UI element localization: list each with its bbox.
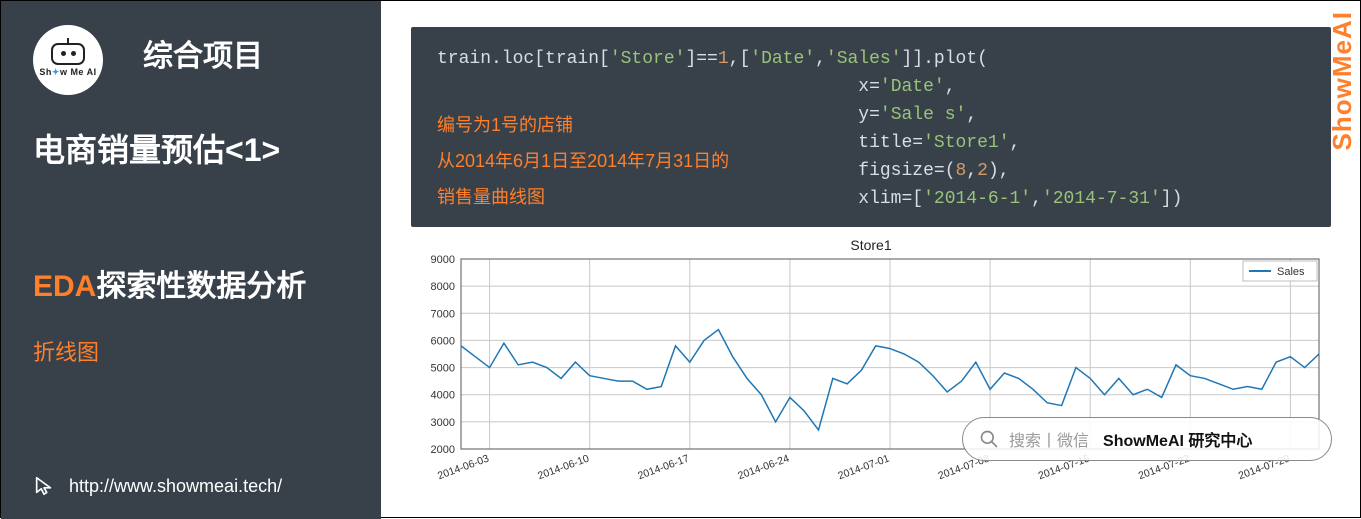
svg-text:3000: 3000	[431, 417, 455, 429]
code-annotation: 编号为1号的店铺 从2014年6月1日至2014年7月31日的 销售量曲线图	[437, 107, 729, 215]
robot-face-icon	[51, 43, 85, 65]
search-icon	[979, 429, 999, 449]
svg-text:Sales: Sales	[1277, 266, 1305, 278]
eda-prefix: EDA	[33, 270, 96, 303]
search-strong: ShowMeAI 研究中心	[1103, 427, 1252, 451]
svg-text:9000: 9000	[431, 254, 455, 266]
svg-text:2014-06-17: 2014-06-17	[636, 452, 691, 482]
note-line-2: 从2014年6月1日至2014年7月31日的	[437, 143, 729, 179]
svg-text:2014-06-24: 2014-06-24	[736, 452, 791, 482]
code-block: train.loc[train['Store']==1,['Date','Sal…	[411, 27, 1331, 227]
svg-text:2014-06-03: 2014-06-03	[436, 452, 491, 482]
brand-logo-text: Sh✦w Me AI	[39, 67, 96, 78]
svg-text:2014-07-01: 2014-07-01	[836, 452, 891, 482]
svg-text:5000: 5000	[431, 363, 455, 375]
search-hint: 搜索丨微信	[1009, 427, 1089, 451]
chart-title: Store1	[411, 237, 1331, 253]
svg-text:2000: 2000	[431, 444, 455, 456]
svg-text:4000: 4000	[431, 390, 455, 402]
search-pill[interactable]: 搜索丨微信 ShowMeAI 研究中心	[962, 417, 1332, 461]
brand-logo: Sh✦w Me AI	[33, 25, 103, 95]
svg-text:8000: 8000	[431, 281, 455, 293]
note-line-3: 销售量曲线图	[437, 179, 729, 215]
sidebar-footer: http://www.showmeai.tech/	[33, 475, 282, 497]
svg-text:6000: 6000	[431, 335, 455, 347]
sidebar: Sh✦w Me AI 综合项目 电商销量预估<1> EDA探索性数据分析 折线图…	[1, 1, 381, 519]
cursor-icon	[33, 475, 55, 497]
sidebar-title-2: 电商销量预估<1>	[33, 125, 361, 171]
sidebar-title-1: 综合项目	[143, 31, 263, 75]
note-line-1: 编号为1号的店铺	[437, 107, 729, 143]
sidebar-heading-eda: EDA探索性数据分析	[33, 261, 361, 305]
footer-url[interactable]: http://www.showmeai.tech/	[69, 476, 282, 497]
sidebar-subheading: 折线图	[33, 335, 361, 367]
brand-vertical-text: ShowMeAI	[1327, 11, 1358, 150]
svg-text:7000: 7000	[431, 308, 455, 320]
eda-rest: 探索性数据分析	[96, 270, 306, 303]
svg-text:2014-06-10: 2014-06-10	[536, 452, 591, 482]
